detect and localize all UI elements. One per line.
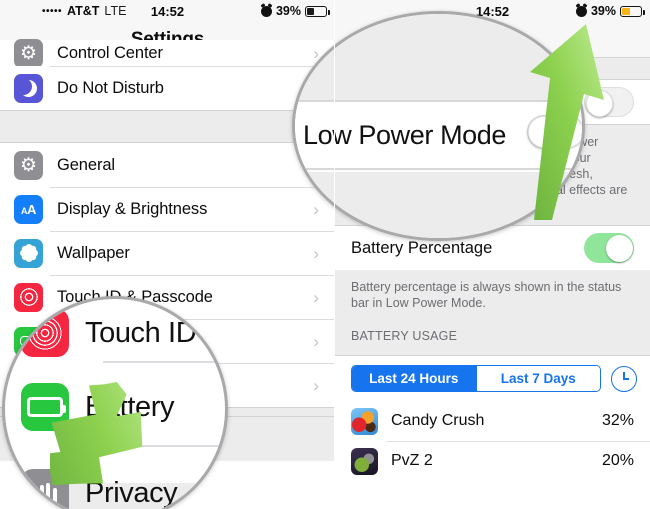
sidebar-item-label: Display & Brightness <box>57 199 208 218</box>
sidebar-item-label: Do Not Disturb <box>57 78 164 97</box>
fingerprint-icon <box>21 309 69 357</box>
sidebar-item-display-brightness[interactable]: AA Display & Brightness › <box>0 187 335 231</box>
fingerprint-icon <box>14 282 43 312</box>
sidebar-item-label: General <box>57 155 116 174</box>
battery-percentage-toggle[interactable] <box>584 233 634 263</box>
chevron-right-icon: › <box>313 331 319 351</box>
magnified-row-separator <box>103 361 225 363</box>
alarm-icon <box>260 5 272 17</box>
table-row[interactable]: Candy Crush 32% <box>335 401 650 441</box>
battery-percentage-label: Battery Percentage <box>351 238 493 257</box>
fingerprint-glyph <box>28 316 62 350</box>
status-bar-left: ••••• AT&T LTE 14:52 39% <box>0 0 335 22</box>
pvz2-app-icon <box>351 447 378 475</box>
app-name: PvZ 2 <box>391 452 433 469</box>
battery-icon <box>620 5 645 17</box>
control-center-icon: ⚙ <box>14 38 43 68</box>
pane-divider <box>334 0 335 509</box>
chevron-right-icon: › <box>313 287 319 307</box>
chevron-right-icon: › <box>313 243 319 263</box>
arrow-pointing-to-battery <box>50 382 143 486</box>
tab-last-24-hours[interactable]: Last 24 Hours <box>352 366 476 391</box>
clock-icon[interactable] <box>611 365 637 392</box>
list-group-separator <box>0 110 335 143</box>
screenshot-root: ••••• AT&T LTE 14:52 39% Settings ⚙ Cont… <box>0 0 650 509</box>
sidebar-item-label: Control Center <box>57 43 163 62</box>
magnified-item-label: Touch ID <box>85 316 197 349</box>
sidebar-item-label: Wallpaper <box>57 243 130 262</box>
aa-text-icon: AA <box>14 194 43 224</box>
battery-percentage-note: Battery percentage is always shown in th… <box>335 270 650 356</box>
moon-icon <box>14 73 43 103</box>
sidebar-item-do-not-disturb[interactable]: Do Not Disturb › <box>0 66 335 110</box>
arrow-pointing-to-low-power-toggle <box>530 24 604 220</box>
battery-usage-controls: Last 24 Hours Last 7 Days <box>335 356 650 401</box>
app-battery-percent: 20% <box>601 452 634 469</box>
status-bar-right-group: 39% <box>575 4 645 18</box>
battery-percentage-note-text: Battery percentage is always shown in th… <box>351 280 622 310</box>
sidebar-item-wallpaper[interactable]: Wallpaper › <box>0 231 335 275</box>
time-range-segmented-control[interactable]: Last 24 Hours Last 7 Days <box>351 365 601 392</box>
sidebar-item-control-center[interactable]: ⚙ Control Center › <box>0 38 335 68</box>
battery-percent-label: 39% <box>590 4 616 18</box>
table-row[interactable]: PvZ 2 20% <box>335 441 650 481</box>
app-name: Candy Crush <box>391 412 485 429</box>
sidebar-item-general[interactable]: ⚙ General › <box>0 143 335 187</box>
candy-crush-app-icon <box>351 407 378 435</box>
magnified-low-power-label: Low Power Mode <box>303 120 507 150</box>
chevron-right-icon: › <box>313 375 319 395</box>
app-battery-percent: 32% <box>601 412 634 429</box>
battery-usage-header: BATTERY USAGE <box>351 329 458 343</box>
tab-last-7-days[interactable]: Last 7 Days <box>475 366 600 391</box>
magnified-sidebar-item-touch-id[interactable]: Touch ID <box>5 309 225 357</box>
toggle-knob <box>605 234 633 262</box>
gear-icon: ⚙ <box>14 150 43 180</box>
flower-icon <box>14 238 43 268</box>
